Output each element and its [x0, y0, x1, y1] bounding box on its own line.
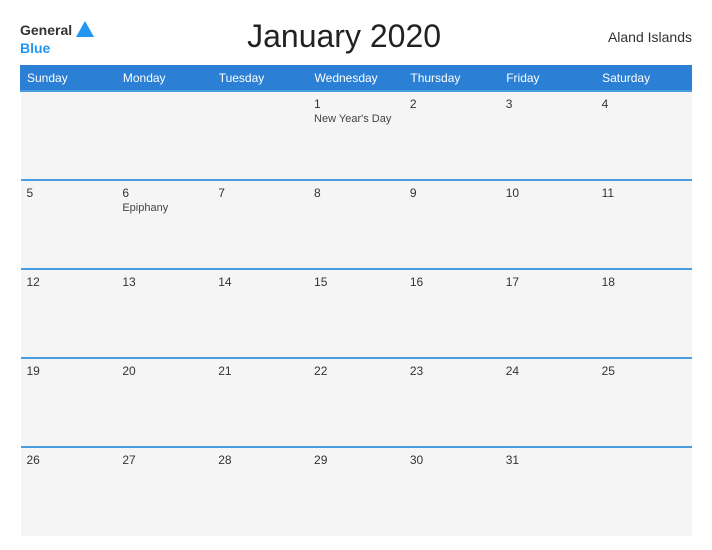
col-saturday: Saturday — [596, 66, 692, 92]
day-number: 1 — [314, 97, 398, 111]
holiday-name: Epiphany — [122, 202, 206, 214]
holiday-name: New Year's Day — [314, 113, 398, 125]
calendar-cell: 12 — [21, 269, 117, 358]
day-number: 17 — [506, 275, 590, 289]
calendar-body: 1New Year's Day23456Epiphany789101112131… — [21, 91, 692, 536]
calendar-cell: 27 — [116, 447, 212, 536]
calendar-cell — [596, 447, 692, 536]
day-number: 26 — [27, 453, 111, 467]
calendar-cell: 16 — [404, 269, 500, 358]
day-number: 9 — [410, 186, 494, 200]
calendar-week-row: 12 13 14 15 16 17 18 — [21, 269, 692, 358]
calendar-cell: 28 — [212, 447, 308, 536]
calendar-cell: 25 — [596, 358, 692, 447]
day-number: 28 — [218, 453, 302, 467]
calendar-week-row: 1 New Year's Day 234 — [21, 91, 692, 180]
day-number: 19 — [27, 364, 111, 378]
calendar-cell — [21, 91, 117, 180]
day-number: 23 — [410, 364, 494, 378]
day-number: 11 — [602, 186, 686, 200]
day-number: 22 — [314, 364, 398, 378]
calendar-cell: 3 — [500, 91, 596, 180]
day-number: 3 — [506, 97, 590, 111]
calendar-cell: 9 — [404, 180, 500, 269]
day-number: 20 — [122, 364, 206, 378]
day-number: 30 — [410, 453, 494, 467]
day-number: 13 — [122, 275, 206, 289]
calendar-cell: 15 — [308, 269, 404, 358]
calendar-cell: 5 — [21, 180, 117, 269]
day-number: 29 — [314, 453, 398, 467]
header: General Blue January 2020 Aland Islands — [20, 18, 692, 55]
calendar-cell: 4 — [596, 91, 692, 180]
col-monday: Monday — [116, 66, 212, 92]
day-number: 4 — [602, 97, 686, 111]
calendar-cell: 10 — [500, 180, 596, 269]
day-number: 8 — [314, 186, 398, 200]
calendar-cell: 20 — [116, 358, 212, 447]
calendar-title: January 2020 — [96, 18, 592, 55]
day-number: 10 — [506, 186, 590, 200]
day-number: 25 — [602, 364, 686, 378]
day-number: 5 — [27, 186, 111, 200]
calendar-cell: 17 — [500, 269, 596, 358]
calendar-table: Sunday Monday Tuesday Wednesday Thursday… — [20, 65, 692, 536]
calendar-cell: 11 — [596, 180, 692, 269]
calendar-cell: 8 — [308, 180, 404, 269]
day-number: 31 — [506, 453, 590, 467]
day-number: 24 — [506, 364, 590, 378]
col-sunday: Sunday — [21, 66, 117, 92]
calendar-cell: 21 — [212, 358, 308, 447]
day-number: 2 — [410, 97, 494, 111]
calendar-cell — [116, 91, 212, 180]
calendar-cell: 18 — [596, 269, 692, 358]
calendar-cell: 23 — [404, 358, 500, 447]
day-number: 6 — [122, 186, 206, 200]
col-tuesday: Tuesday — [212, 66, 308, 92]
day-number: 14 — [218, 275, 302, 289]
day-number: 27 — [122, 453, 206, 467]
calendar-cell: 24 — [500, 358, 596, 447]
calendar-cell: 26 — [21, 447, 117, 536]
day-number: 15 — [314, 275, 398, 289]
calendar-week-row: 26 27 28 29 30 31 — [21, 447, 692, 536]
calendar-cell: 19 — [21, 358, 117, 447]
weekday-header-row: Sunday Monday Tuesday Wednesday Thursday… — [21, 66, 692, 92]
col-wednesday: Wednesday — [308, 66, 404, 92]
logo-general-text: General — [20, 23, 72, 37]
logo-blue-text: Blue — [20, 41, 50, 55]
calendar-cell: 31 — [500, 447, 596, 536]
calendar-cell: 22 — [308, 358, 404, 447]
day-number: 7 — [218, 186, 302, 200]
calendar-cell — [212, 91, 308, 180]
calendar-cell: 1 New Year's Day — [308, 91, 404, 180]
logo-icon — [74, 19, 96, 41]
calendar-cell: 7 — [212, 180, 308, 269]
calendar-cell: 29 — [308, 447, 404, 536]
region-label: Aland Islands — [592, 29, 692, 45]
logo: General Blue — [20, 19, 96, 55]
page: General Blue January 2020 Aland Islands … — [0, 0, 712, 550]
calendar-week-row: 19 20 21 22 23 24 25 — [21, 358, 692, 447]
calendar-cell: 13 — [116, 269, 212, 358]
calendar-cell: 2 — [404, 91, 500, 180]
day-number: 21 — [218, 364, 302, 378]
calendar-week-row: 56 Epiphany 789 10 11 — [21, 180, 692, 269]
day-number: 12 — [27, 275, 111, 289]
col-friday: Friday — [500, 66, 596, 92]
calendar-cell: 6 Epiphany — [116, 180, 212, 269]
day-number: 16 — [410, 275, 494, 289]
col-thursday: Thursday — [404, 66, 500, 92]
calendar-cell: 14 — [212, 269, 308, 358]
calendar-header: Sunday Monday Tuesday Wednesday Thursday… — [21, 66, 692, 92]
calendar-cell: 30 — [404, 447, 500, 536]
day-number: 18 — [602, 275, 686, 289]
